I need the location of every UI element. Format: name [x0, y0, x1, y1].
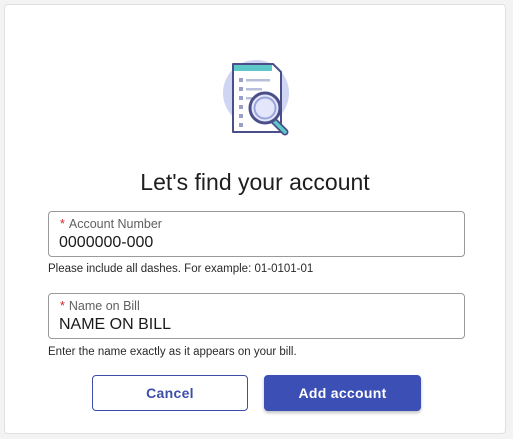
- account-number-help: Please include all dashes. For example: …: [48, 263, 314, 275]
- document-search-icon: [223, 60, 289, 136]
- find-account-card: Let's find your account * Account Number …: [4, 4, 506, 434]
- name-on-bill-input[interactable]: [59, 316, 449, 334]
- cancel-button[interactable]: Cancel: [92, 375, 248, 411]
- required-mark: *: [60, 299, 65, 313]
- name-on-bill-field[interactable]: * Name on Bill: [48, 293, 465, 339]
- account-number-input[interactable]: [59, 234, 449, 252]
- name-on-bill-label: * Name on Bill: [60, 299, 140, 313]
- name-on-bill-help: Enter the name exactly as it appears on …: [48, 346, 297, 358]
- page-title: Let's find your account: [140, 169, 370, 195]
- add-account-button[interactable]: Add account: [264, 375, 421, 411]
- account-number-label: * Account Number: [60, 217, 162, 231]
- required-mark: *: [60, 217, 65, 231]
- account-number-field[interactable]: * Account Number: [48, 211, 465, 257]
